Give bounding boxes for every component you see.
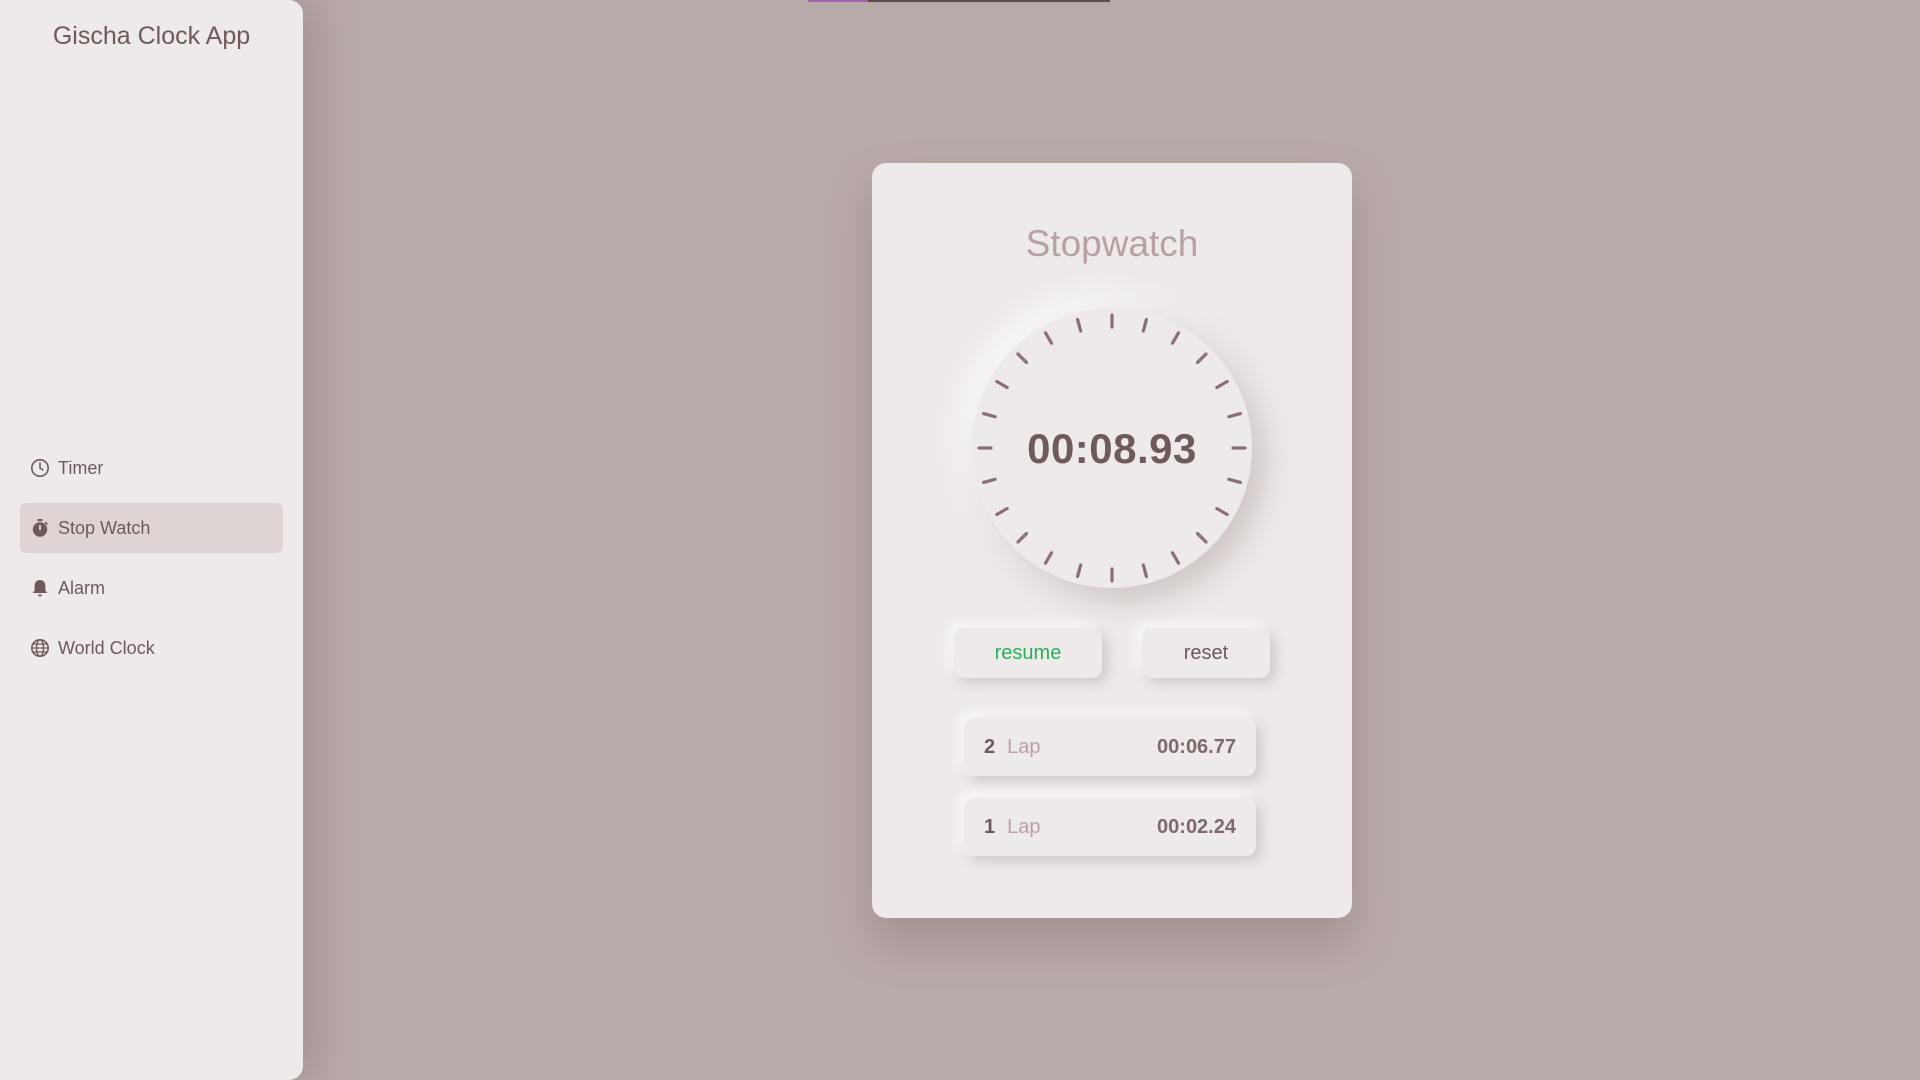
sidebar-item-label: Timer xyxy=(58,457,104,478)
dial-tick xyxy=(1043,331,1054,345)
sidebar-item-label: Stop Watch xyxy=(58,517,151,538)
dial-tick xyxy=(1227,411,1243,419)
resume-button[interactable]: resume xyxy=(954,628,1102,678)
dial-tick xyxy=(981,411,997,419)
dial-tick xyxy=(1075,317,1083,333)
stopwatch-title: Stopwatch xyxy=(1025,223,1199,264)
sidebar-item-world-clock[interactable]: World Clock xyxy=(20,623,283,673)
dial-tick xyxy=(1170,551,1181,565)
dial-tick xyxy=(1141,317,1149,333)
elapsed-time-display: 00:08.93 xyxy=(1027,425,1197,472)
dial-tick xyxy=(1195,531,1208,544)
sidebar-item-label: Alarm xyxy=(58,577,106,598)
dial-tick xyxy=(995,506,1009,517)
lap-label: Lap xyxy=(1007,815,1041,838)
stopwatch-icon xyxy=(30,518,50,538)
lap-row: 1 Lap 00:02.24 xyxy=(964,798,1256,856)
dial-tick xyxy=(995,379,1009,390)
dial-tick xyxy=(1215,379,1229,390)
app-title: Gischa Clock App xyxy=(52,22,251,50)
clock-icon xyxy=(30,458,50,478)
reset-button[interactable]: reset xyxy=(1142,628,1270,678)
dial-tick xyxy=(1016,531,1029,544)
stopwatch-card: Stopwatch 00:08.93 resume reset 2 Lap 00… xyxy=(872,163,1352,918)
lap-list: 2 Lap 00:06.77 1 Lap 00:02.24 xyxy=(964,718,1256,878)
dial-tick xyxy=(1043,551,1054,565)
lap-number: 1 xyxy=(984,815,996,838)
stopwatch-dial: 00:08.93 xyxy=(972,308,1252,588)
lap-label: Lap xyxy=(1007,735,1041,758)
loading-progress-bar xyxy=(808,0,1110,2)
dial-tick xyxy=(1227,477,1243,485)
sidebar-item-label: World Clock xyxy=(58,637,155,658)
bell-icon xyxy=(30,578,50,598)
lap-row: 2 Lap 00:06.77 xyxy=(964,718,1256,776)
dial-tick xyxy=(1195,352,1208,365)
dial-tick xyxy=(1170,331,1181,345)
dial-tick xyxy=(1215,506,1229,517)
sidebar-item-stop-watch[interactable]: Stop Watch xyxy=(20,503,283,553)
dial-tick xyxy=(981,477,997,485)
sidebar-nav: Timer Stop Watch Alarm World Clock xyxy=(20,443,283,683)
dial-tick xyxy=(1016,352,1029,365)
lap-time: 00:06.77 xyxy=(1157,735,1236,758)
lap-number: 2 xyxy=(984,735,996,758)
sidebar-item-alarm[interactable]: Alarm xyxy=(20,563,283,613)
sidebar-item-timer[interactable]: Timer xyxy=(20,443,283,493)
sidebar: Gischa Clock App Timer Stop Watch Alarm … xyxy=(0,0,303,1080)
dial-tick xyxy=(1141,563,1149,579)
globe-icon xyxy=(30,638,50,658)
lap-time: 00:02.24 xyxy=(1157,815,1236,838)
dial-tick xyxy=(1075,563,1083,579)
loading-progress-fill xyxy=(808,0,869,2)
